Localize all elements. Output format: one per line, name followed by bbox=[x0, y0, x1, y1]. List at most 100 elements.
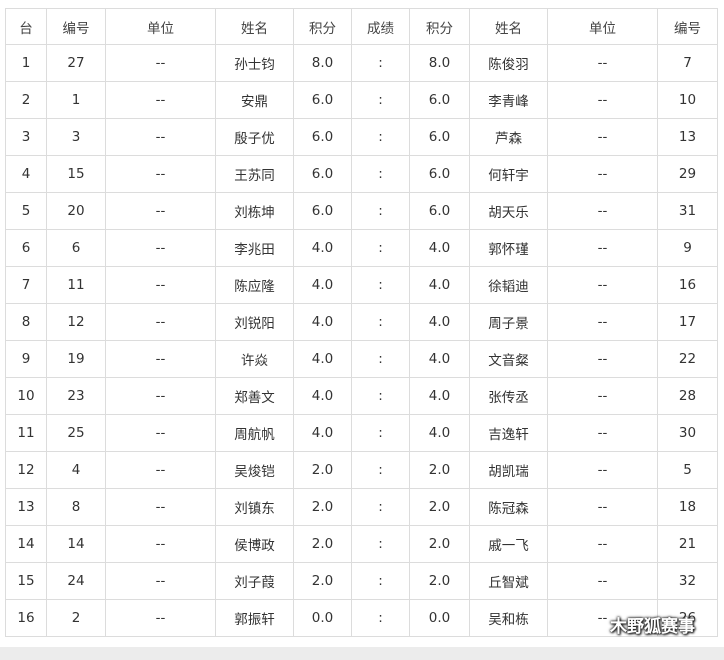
points-left-cell: 0.0 bbox=[293, 599, 352, 637]
player-number-left-cell: 4 bbox=[46, 451, 106, 489]
player-number-left-cell: 20 bbox=[46, 192, 106, 230]
pairings-table-container: 台 编号 单位 姓名 积分 成绩 积分 姓名 单位 编号 1 27 -- 孙士钧 8.0… bbox=[5, 8, 718, 637]
table-number-cell: 14 bbox=[5, 525, 47, 563]
player-name-right-cell: 芦森 bbox=[469, 118, 548, 156]
player-number-right-cell: 17 bbox=[657, 303, 718, 341]
points-right-cell: 4.0 bbox=[409, 303, 470, 341]
result-cell: : bbox=[351, 562, 410, 600]
player-name-left-cell: 殷子优 bbox=[215, 118, 294, 156]
player-number-left-cell: 23 bbox=[46, 377, 106, 415]
table-row: 15 24 -- 刘子葭 2.0:2.0 丘智斌 -- 32 bbox=[5, 562, 718, 600]
pairings-table-body: 1 27 -- 孙士钧 8.0:8.0 陈俊羽 -- 7 2 1 -- 安鼎 6.0:6.0 李青峰 -- 1… bbox=[5, 44, 718, 637]
points-left-cell: 6.0 bbox=[293, 155, 352, 193]
player-number-right-cell: 13 bbox=[657, 118, 718, 156]
player-name-left-cell: 郭振轩 bbox=[215, 599, 294, 637]
player-number-right-cell: 28 bbox=[657, 377, 718, 415]
unit-right-cell: -- bbox=[547, 488, 658, 526]
table-row: 7 11 -- 陈应隆 4.0:4.0 徐韬迪 -- 16 bbox=[5, 266, 718, 304]
player-number-left-cell: 25 bbox=[46, 414, 106, 452]
unit-left-cell: -- bbox=[105, 266, 216, 304]
unit-left-cell: -- bbox=[105, 414, 216, 452]
player-name-right-cell: 周子景 bbox=[469, 303, 548, 341]
points-left-cell: 4.0 bbox=[293, 229, 352, 267]
player-name-right-cell: 文音粲 bbox=[469, 340, 548, 378]
player-number-right-cell: 31 bbox=[657, 192, 718, 230]
points-left-cell: 4.0 bbox=[293, 377, 352, 415]
table-row: 6 6 -- 李兆田 4.0:4.0 郭怀瑾 -- 9 bbox=[5, 229, 718, 267]
table-row: 4 15 -- 王苏同 6.0:6.0 何轩宇 -- 29 bbox=[5, 155, 718, 193]
unit-left-cell: -- bbox=[105, 192, 216, 230]
result-cell: : bbox=[351, 229, 410, 267]
player-name-right-cell: 戚一飞 bbox=[469, 525, 548, 563]
points-left-cell: 4.0 bbox=[293, 266, 352, 304]
column-header-name-left: 姓名 bbox=[215, 8, 294, 45]
player-number-left-cell: 24 bbox=[46, 562, 106, 600]
result-cell: : bbox=[351, 599, 410, 637]
points-right-cell: 4.0 bbox=[409, 340, 470, 378]
unit-left-cell: -- bbox=[105, 599, 216, 637]
table-row: 9 19 -- 许焱 4.0:4.0 文音粲 -- 22 bbox=[5, 340, 718, 378]
points-left-cell: 6.0 bbox=[293, 81, 352, 119]
result-cell: : bbox=[351, 303, 410, 341]
player-name-left-cell: 刘子葭 bbox=[215, 562, 294, 600]
points-right-cell: 6.0 bbox=[409, 155, 470, 193]
column-header-name-right: 姓名 bbox=[469, 8, 548, 45]
table-number-cell: 4 bbox=[5, 155, 47, 193]
player-number-left-cell: 14 bbox=[46, 525, 106, 563]
result-cell: : bbox=[351, 44, 410, 82]
points-right-cell: 4.0 bbox=[409, 377, 470, 415]
unit-right-cell: -- bbox=[547, 44, 658, 82]
player-name-left-cell: 王苏同 bbox=[215, 155, 294, 193]
player-number-left-cell: 8 bbox=[46, 488, 106, 526]
player-name-right-cell: 胡天乐 bbox=[469, 192, 548, 230]
points-right-cell: 4.0 bbox=[409, 266, 470, 304]
header-row: 台 编号 单位 姓名 积分 成绩 积分 姓名 单位 编号 bbox=[5, 8, 718, 45]
column-header-table: 台 bbox=[5, 8, 47, 45]
player-number-right-cell: 30 bbox=[657, 414, 718, 452]
player-name-right-cell: 陈冠森 bbox=[469, 488, 548, 526]
player-name-right-cell: 吉逸轩 bbox=[469, 414, 548, 452]
unit-right-cell: -- bbox=[547, 118, 658, 156]
player-number-right-cell: 29 bbox=[657, 155, 718, 193]
player-name-right-cell: 张传丞 bbox=[469, 377, 548, 415]
player-number-right-cell: 22 bbox=[657, 340, 718, 378]
player-number-right-cell: 32 bbox=[657, 562, 718, 600]
points-right-cell: 0.0 bbox=[409, 599, 470, 637]
player-name-right-cell: 徐韬迪 bbox=[469, 266, 548, 304]
points-right-cell: 6.0 bbox=[409, 118, 470, 156]
player-number-left-cell: 11 bbox=[46, 266, 106, 304]
points-left-cell: 8.0 bbox=[293, 44, 352, 82]
points-right-cell: 8.0 bbox=[409, 44, 470, 82]
points-left-cell: 4.0 bbox=[293, 340, 352, 378]
points-right-cell: 4.0 bbox=[409, 229, 470, 267]
player-name-left-cell: 侯博政 bbox=[215, 525, 294, 563]
points-right-cell: 4.0 bbox=[409, 414, 470, 452]
unit-left-cell: -- bbox=[105, 44, 216, 82]
table-number-cell: 2 bbox=[5, 81, 47, 119]
player-number-left-cell: 15 bbox=[46, 155, 106, 193]
watermark: 木野狐赛事 bbox=[580, 612, 695, 637]
wechat-icon bbox=[580, 615, 604, 635]
table-number-cell: 1 bbox=[5, 44, 47, 82]
points-right-cell: 2.0 bbox=[409, 525, 470, 563]
unit-left-cell: -- bbox=[105, 525, 216, 563]
unit-right-cell: -- bbox=[547, 266, 658, 304]
table-number-cell: 8 bbox=[5, 303, 47, 341]
player-number-left-cell: 2 bbox=[46, 599, 106, 637]
table-row: 14 14 -- 侯博政 2.0:2.0 戚一飞 -- 21 bbox=[5, 525, 718, 563]
result-cell: : bbox=[351, 377, 410, 415]
table-number-cell: 7 bbox=[5, 266, 47, 304]
table-row: 12 4 -- 吴焌铠 2.0:2.0 胡凯瑞 -- 5 bbox=[5, 451, 718, 489]
player-number-left-cell: 19 bbox=[46, 340, 106, 378]
table-number-cell: 9 bbox=[5, 340, 47, 378]
points-right-cell: 6.0 bbox=[409, 81, 470, 119]
unit-right-cell: -- bbox=[547, 229, 658, 267]
table-number-cell: 15 bbox=[5, 562, 47, 600]
player-name-left-cell: 刘栋坤 bbox=[215, 192, 294, 230]
unit-right-cell: -- bbox=[547, 414, 658, 452]
player-number-right-cell: 21 bbox=[657, 525, 718, 563]
player-number-left-cell: 6 bbox=[46, 229, 106, 267]
result-cell: : bbox=[351, 488, 410, 526]
table-number-cell: 12 bbox=[5, 451, 47, 489]
unit-right-cell: -- bbox=[547, 340, 658, 378]
